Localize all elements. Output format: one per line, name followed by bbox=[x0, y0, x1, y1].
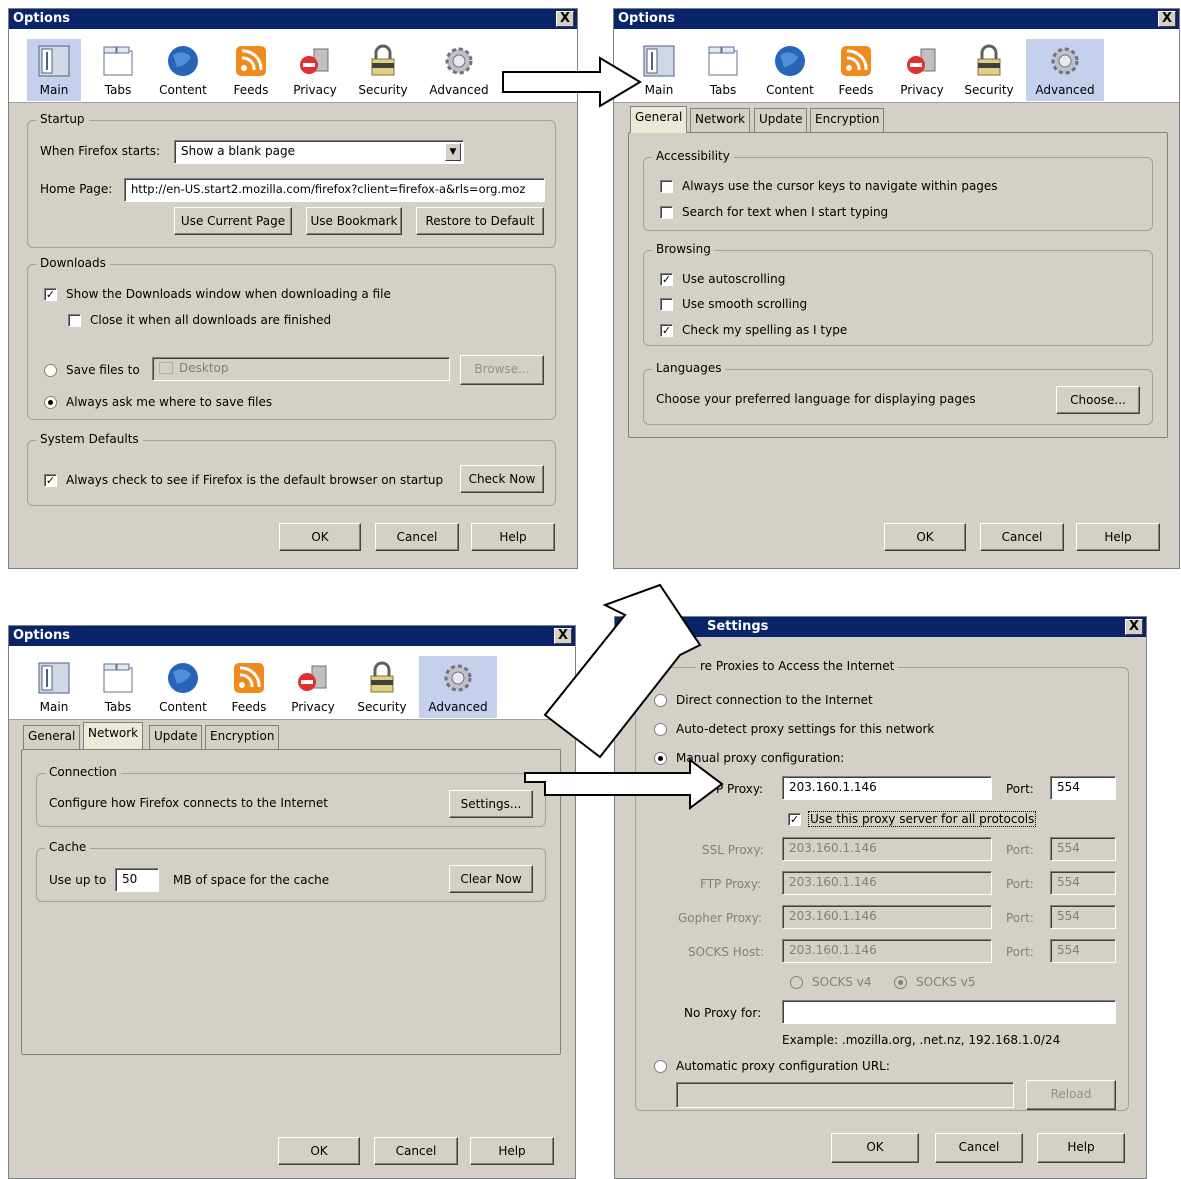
arrow-settings-to-dialog bbox=[524, 758, 724, 810]
tab-general[interactable]: General bbox=[630, 106, 688, 133]
tab-network[interactable]: Network bbox=[83, 722, 144, 749]
